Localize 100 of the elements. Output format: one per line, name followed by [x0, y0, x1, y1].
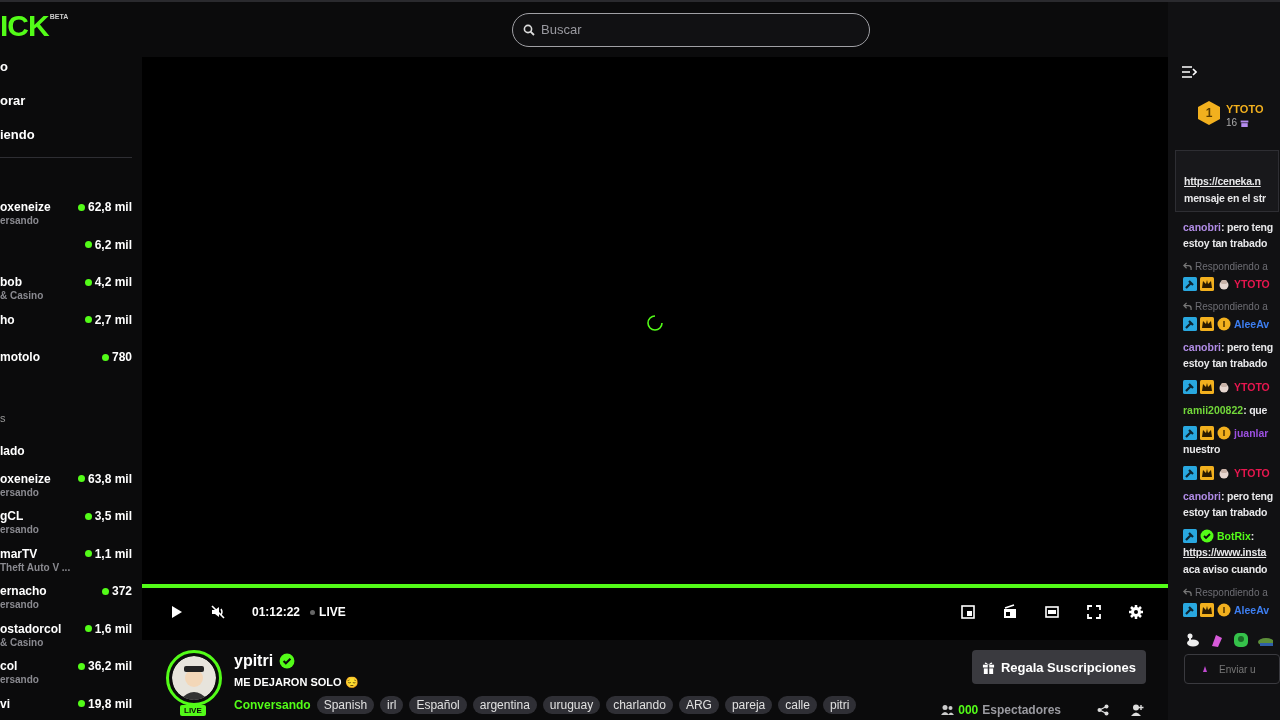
tag[interactable]: uruguay: [542, 696, 601, 714]
collapse-chat-button[interactable]: [1180, 64, 1199, 80]
share-button[interactable]: [1095, 702, 1111, 718]
rank-badge: 1: [1198, 101, 1220, 125]
chat-username[interactable]: canobri: [1183, 340, 1221, 353]
tag[interactable]: Español: [409, 696, 467, 714]
message-text: estoy tan trabado: [1183, 505, 1268, 520]
viewer-label: Espectadores: [982, 703, 1061, 717]
chat-username[interactable]: YTOTO: [1234, 277, 1270, 290]
channel-item[interactable]: ho 2,7 mil: [0, 310, 132, 348]
follow-button[interactable]: [1129, 702, 1146, 718]
channel-item[interactable]: ernacho ersando 372: [0, 582, 132, 620]
tag[interactable]: argentina: [472, 696, 537, 714]
widescreen-icon: [1044, 604, 1060, 620]
message-link[interactable]: https://ceneka.n: [1184, 173, 1261, 190]
logo[interactable]: ICK: [0, 12, 49, 39]
moderator-badge-icon: [1183, 465, 1197, 480]
crown-badge-icon: [1200, 316, 1214, 331]
reply-arrow-icon: [1183, 262, 1192, 271]
message-text: aca aviso cuando: [1183, 562, 1268, 577]
muted-speaker-icon: [210, 604, 226, 620]
loading-spinner-icon: [646, 314, 664, 332]
channel-item[interactable]: motolo 780: [0, 348, 132, 386]
channel-item[interactable]: marTV Theft Auto V ... 1,1 mil: [0, 544, 132, 582]
gift-subscriptions-button[interactable]: Regala Suscripciones: [971, 650, 1146, 684]
chat-input-box[interactable]: Enviar u: [1184, 654, 1280, 684]
section-label: s: [0, 411, 6, 424]
tag[interactable]: calle: [778, 696, 817, 714]
emote-icon: [1233, 632, 1249, 648]
moderator-badge-icon: [1183, 602, 1197, 617]
chat-username[interactable]: canobri: [1183, 489, 1221, 502]
chat-username[interactable]: YTOTO: [1234, 380, 1270, 393]
chat-username[interactable]: BotRix: [1217, 529, 1251, 542]
message-text: estoy tan trabado: [1183, 356, 1268, 371]
chat-username[interactable]: AleeAv: [1234, 317, 1270, 330]
nav-item[interactable]: iendo: [0, 117, 132, 151]
message-text: : pero teng: [1220, 220, 1273, 233]
avatar-figure-icon: [172, 656, 216, 700]
reply-arrow-icon: [1183, 302, 1192, 311]
settings-icon: [1128, 604, 1144, 620]
message-text: estoy tan trabado: [1183, 236, 1268, 251]
live-label: LIVE: [319, 605, 346, 619]
gift-icon: [981, 660, 995, 674]
coin-badge-icon: [1217, 425, 1231, 440]
channel-name[interactable]: ypitri: [234, 652, 274, 670]
channel-item[interactable]: vi 19,8 mil: [0, 694, 132, 720]
moderator-badge-icon: [1183, 528, 1197, 543]
tag[interactable]: pitri: [822, 696, 857, 714]
category-link[interactable]: Conversando: [234, 698, 311, 712]
crown-badge-icon: [1200, 276, 1214, 291]
stream-title: ME DEJARON SOLO 😔: [234, 676, 360, 690]
moderator-badge-icon: [1183, 379, 1197, 394]
message-text: : pero teng: [1220, 340, 1273, 353]
channel-item[interactable]: 6,2 mil: [0, 235, 132, 273]
tag[interactable]: charlando: [606, 696, 673, 714]
verified-badge-icon: [1200, 528, 1214, 543]
channel-item[interactable]: ostadorcol & Casino 1,6 mil: [0, 619, 132, 657]
channel-item[interactable]: oxeneize ersando 62,8 mil: [0, 198, 132, 236]
moderator-badge-icon: [1183, 276, 1197, 291]
search-box[interactable]: Buscar: [512, 12, 870, 47]
chat-username[interactable]: AleeAv: [1234, 603, 1270, 616]
chat-username[interactable]: juanlar: [1234, 426, 1269, 439]
moderator-badge-icon: [1183, 316, 1197, 331]
reply-label: Respondiendo a: [1195, 587, 1268, 598]
emote-icon: [1209, 632, 1225, 648]
message-text: :: [1250, 529, 1255, 542]
theater-icon: [1002, 604, 1018, 620]
search-field[interactable]: Buscar: [541, 14, 859, 45]
nav-item[interactable]: orar: [0, 83, 132, 117]
viewer-count: 000: [958, 703, 979, 717]
message-text: : pero teng: [1220, 489, 1273, 502]
tag[interactable]: irl: [380, 696, 404, 714]
gifter-name[interactable]: YTOTO: [1226, 102, 1264, 115]
tag[interactable]: Spanish: [316, 696, 375, 714]
search-icon: [523, 23, 535, 36]
message-link[interactable]: https://www.insta: [1183, 544, 1267, 561]
collapse-icon: [1182, 66, 1197, 78]
chat-username[interactable]: YTOTO: [1234, 466, 1270, 479]
channel-item[interactable]: col ersando 36,2 mil: [0, 657, 132, 695]
channel-item[interactable]: bob & Casino 4,2 mil: [0, 273, 132, 311]
message-text: : que: [1243, 403, 1268, 416]
chat-username[interactable]: canobri: [1183, 220, 1221, 233]
tag[interactable]: ARG: [678, 696, 719, 714]
tag[interactable]: pareja: [724, 696, 773, 714]
viewers-icon: [941, 704, 955, 716]
timestamp: 01:12:22: [252, 605, 301, 619]
channel-item[interactable]: oxeneize ersando 63,8 mil: [0, 469, 132, 507]
crown-badge-icon: [1200, 465, 1214, 480]
nav-item[interactable]: o: [0, 57, 132, 83]
channel-item[interactable]: gCL ersando 3,5 mil: [0, 507, 132, 545]
reply-label: Respondiendo a: [1195, 261, 1268, 272]
fullscreen-icon: [1086, 604, 1102, 620]
share-icon: [1097, 704, 1109, 716]
chat-input-field[interactable]: Enviar u: [1219, 656, 1279, 682]
add-user-icon: [1131, 704, 1144, 716]
crown-badge-icon: [1200, 425, 1214, 440]
moderator-badge-icon: [1183, 425, 1197, 440]
miniplayer-icon: [960, 604, 976, 620]
goose-emote-icon: [1185, 632, 1201, 648]
message-text: mensaje en el str: [1184, 191, 1266, 206]
